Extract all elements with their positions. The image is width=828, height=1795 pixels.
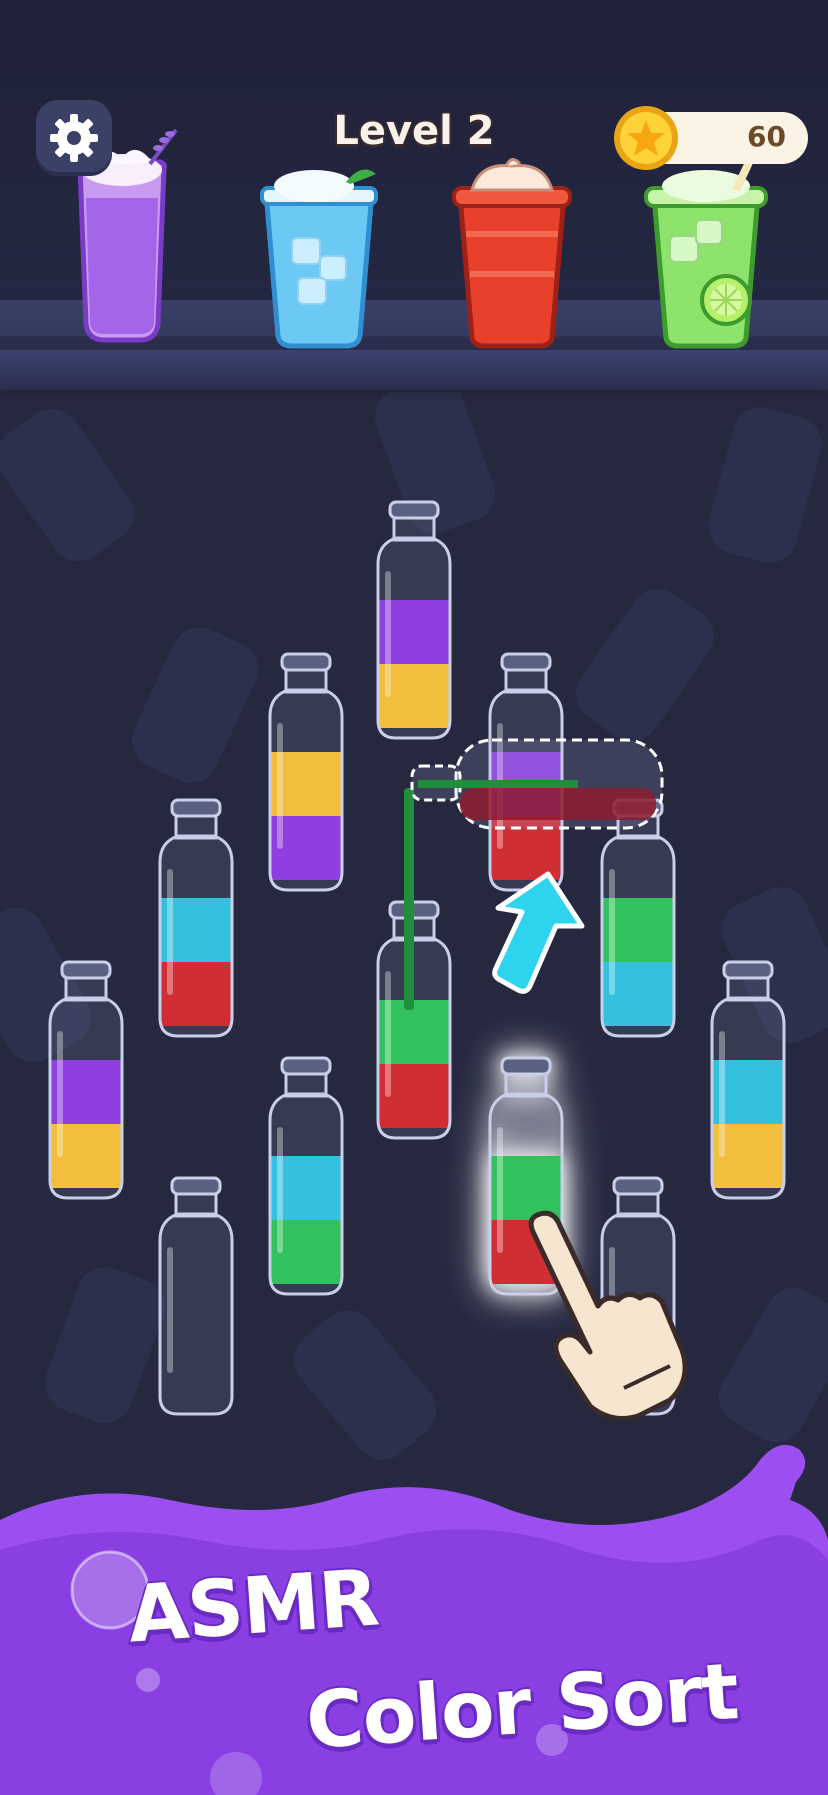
arrow-up-icon: [492, 871, 585, 994]
strawberry-cream-drink: [452, 158, 572, 349]
bottle-12[interactable]: [700, 954, 796, 1212]
tilted-pouring-bottle[interactable]: [410, 736, 668, 832]
bottle-7[interactable]: [38, 954, 134, 1212]
bottle-2[interactable]: [258, 646, 354, 904]
shelf-edge: [0, 350, 828, 390]
bottle-5[interactable]: [366, 894, 462, 1152]
bottle-1[interactable]: [366, 494, 462, 752]
lime-mojito-drink: [644, 160, 768, 349]
pointing-hand-icon: [528, 1210, 688, 1420]
bottle-4[interactable]: [148, 792, 244, 1050]
bottle-9[interactable]: [148, 1170, 244, 1428]
star-coin-icon: [614, 106, 678, 170]
iced-water-drink: [260, 169, 378, 349]
coin-count: 60: [747, 120, 786, 153]
banner-title-line-1: ASMR: [125, 1553, 382, 1661]
bottle-6[interactable]: [258, 1050, 354, 1308]
